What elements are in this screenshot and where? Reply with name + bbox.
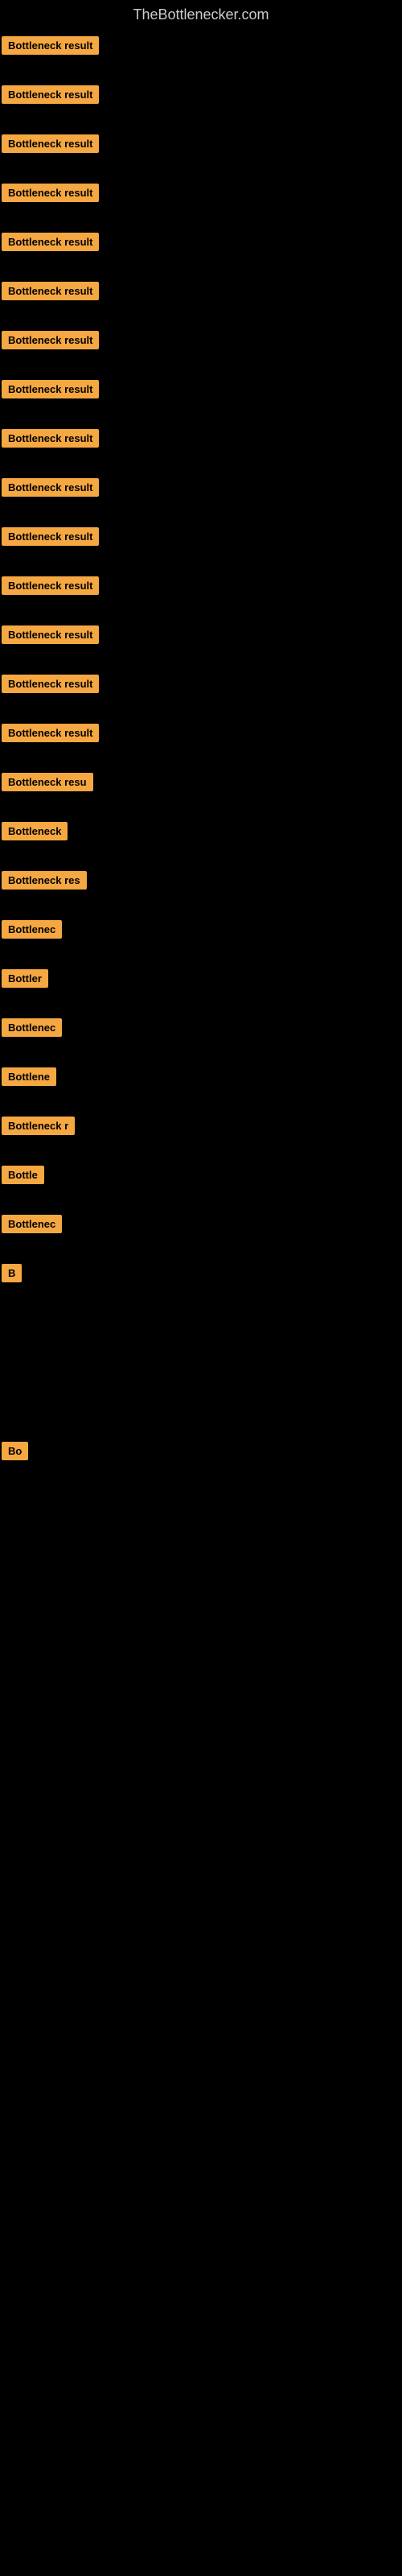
bottleneck-row: Bottleneck r xyxy=(2,1113,400,1138)
bottleneck-badge: Bottlene xyxy=(2,1067,56,1086)
bottleneck-badge: B xyxy=(2,1264,22,1282)
bottleneck-item: Bottleneck resu xyxy=(2,770,400,795)
page-container: TheBottlenecker.com Bottleneck resultBot… xyxy=(0,0,402,1620)
bottleneck-row: Bottleneck result xyxy=(2,82,400,107)
bottleneck-item: Bottleneck result xyxy=(2,524,400,549)
bottleneck-row: B xyxy=(2,1261,400,1286)
bottleneck-badge: Bottleneck resu xyxy=(2,773,93,791)
bottleneck-row xyxy=(2,1552,400,1560)
bottleneck-item: Bottleneck result xyxy=(2,180,400,205)
bottleneck-badge: Bottle xyxy=(2,1166,44,1184)
bottleneck-badge: Bo xyxy=(2,1442,28,1460)
bottleneck-badge: Bottleneck result xyxy=(2,527,99,546)
bottleneck-badge: Bottlenec xyxy=(2,1215,62,1233)
bottleneck-badge: Bottleneck result xyxy=(2,724,99,742)
bottleneck-row: Bottleneck result xyxy=(2,377,400,402)
bottleneck-item: Bottleneck result xyxy=(2,720,400,745)
bottleneck-badge: Bottleneck result xyxy=(2,282,99,300)
bottleneck-badge: Bottleneck result xyxy=(2,184,99,202)
bottleneck-item: Bottle xyxy=(2,1162,400,1187)
bottleneck-item: Bottlenec xyxy=(2,917,400,942)
site-title: TheBottlenecker.com xyxy=(133,6,269,23)
bottleneck-row: Bottleneck result xyxy=(2,229,400,254)
items-container: Bottleneck result Bottleneck result Bottle… xyxy=(0,30,402,1620)
bottleneck-row xyxy=(2,1406,400,1414)
bottleneck-row xyxy=(2,1310,400,1318)
bottleneck-item: Bottlenec xyxy=(2,1212,400,1236)
bottleneck-row: Bottleneck result xyxy=(2,131,400,156)
bottleneck-item: Bottleneck res xyxy=(2,868,400,893)
bottleneck-item: Bottleneck result xyxy=(2,622,400,647)
bottleneck-badge: Bottleneck result xyxy=(2,85,99,104)
bottleneck-row: Bottleneck result xyxy=(2,426,400,451)
bottleneck-item: Bottleneck result xyxy=(2,573,400,598)
bottleneck-badge: Bottleneck result xyxy=(2,675,99,693)
bottleneck-item: Bottleneck result xyxy=(2,229,400,254)
bottleneck-row: Bo xyxy=(2,1439,400,1463)
bottleneck-row: Bottleneck result xyxy=(2,671,400,696)
site-header: TheBottlenecker.com xyxy=(0,0,402,30)
bottleneck-item: Bottleneck result xyxy=(2,131,400,156)
bottleneck-row xyxy=(2,1584,400,1592)
bottleneck-badge: Bottleneck result xyxy=(2,429,99,448)
bottleneck-item: Bottleneck r xyxy=(2,1113,400,1138)
bottleneck-row: Bottleneck result xyxy=(2,573,400,598)
bottleneck-badge: Bottleneck result xyxy=(2,233,99,251)
bottleneck-row xyxy=(2,1342,400,1350)
bottleneck-item: Bottleneck result xyxy=(2,33,400,58)
bottleneck-badge: Bottleneck result xyxy=(2,478,99,497)
bottleneck-row: Bottleneck result xyxy=(2,622,400,647)
bottleneck-item: Bo xyxy=(2,1439,400,1463)
bottleneck-badge: Bottleneck result xyxy=(2,576,99,595)
bottleneck-item: Bottleneck result xyxy=(2,671,400,696)
bottleneck-badge: Bottleneck result xyxy=(2,331,99,349)
bottleneck-badge: Bottler xyxy=(2,969,48,988)
bottleneck-item: Bottleneck result xyxy=(2,82,400,107)
bottleneck-row: Bottleneck result xyxy=(2,328,400,353)
bottleneck-row: Bottleneck result xyxy=(2,279,400,303)
bottleneck-badge: Bottleneck result xyxy=(2,625,99,644)
bottleneck-badge: Bottleneck result xyxy=(2,380,99,398)
bottleneck-row xyxy=(2,1520,400,1528)
bottleneck-row: Bottleneck resu xyxy=(2,770,400,795)
bottleneck-badge: Bottleneck r xyxy=(2,1117,75,1135)
bottleneck-badge: Bottleneck result xyxy=(2,36,99,55)
bottleneck-row: Bottleneck xyxy=(2,819,400,844)
bottleneck-row: Bottleneck result xyxy=(2,720,400,745)
bottleneck-row: Bottleneck result xyxy=(2,475,400,500)
bottleneck-row: Bottle xyxy=(2,1162,400,1187)
bottleneck-item: Bottleneck result xyxy=(2,377,400,402)
bottleneck-item: Bottlenec xyxy=(2,1015,400,1040)
bottleneck-row: Bottlene xyxy=(2,1064,400,1089)
bottleneck-badge: Bottleneck result xyxy=(2,134,99,153)
bottleneck-row: Bottleneck result xyxy=(2,33,400,58)
bottleneck-row: Bottlenec xyxy=(2,917,400,942)
bottleneck-badge: Bottleneck xyxy=(2,822,68,840)
bottleneck-item: Bottleneck result xyxy=(2,279,400,303)
bottleneck-row xyxy=(2,1488,400,1496)
bottleneck-row: Bottleneck result xyxy=(2,180,400,205)
bottleneck-row: Bottleneck result xyxy=(2,524,400,549)
bottleneck-row xyxy=(2,1374,400,1382)
bottleneck-row: Bottleneck res xyxy=(2,868,400,893)
bottleneck-item: Bottleneck result xyxy=(2,426,400,451)
bottleneck-item: Bottleneck result xyxy=(2,475,400,500)
bottleneck-item: Bottleneck xyxy=(2,819,400,844)
bottleneck-item: Bottleneck result xyxy=(2,328,400,353)
bottleneck-badge: Bottlenec xyxy=(2,1018,62,1037)
bottleneck-badge: Bottleneck res xyxy=(2,871,87,890)
bottleneck-row: Bottlenec xyxy=(2,1015,400,1040)
bottleneck-item: B xyxy=(2,1261,400,1286)
bottleneck-badge: Bottlenec xyxy=(2,920,62,939)
bottleneck-row: Bottlenec xyxy=(2,1212,400,1236)
bottleneck-item: Bottlene xyxy=(2,1064,400,1089)
bottleneck-item: Bottler xyxy=(2,966,400,991)
bottleneck-row: Bottler xyxy=(2,966,400,991)
